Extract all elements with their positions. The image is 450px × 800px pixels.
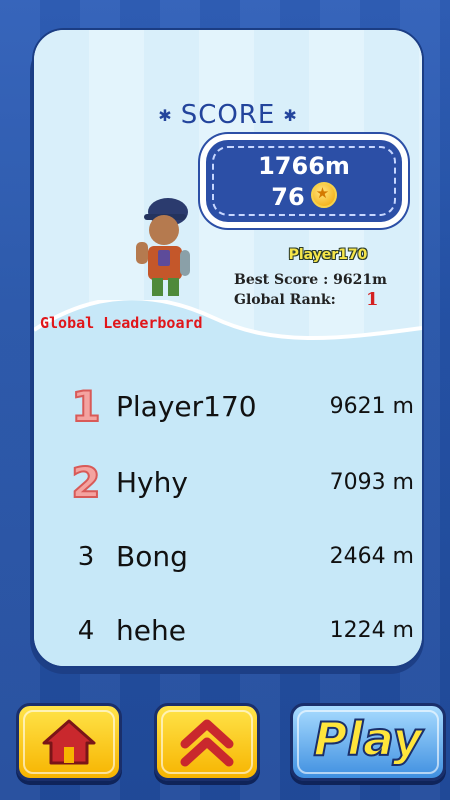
player-name-cell: hehe [116, 614, 186, 647]
character-avatar [136, 198, 190, 296]
distance-cell: 9621 m [329, 394, 414, 419]
leaderboard-row: 2 Hyhy 7093 m [34, 457, 422, 526]
play-label: Play [312, 711, 423, 767]
rank-number: 4 [77, 616, 95, 646]
score-panel: ✱ SCORE ✱ 1766m 76 Player170 Best Score : … [32, 28, 424, 668]
player-name-cell: Hyhy [116, 466, 188, 499]
play-button[interactable]: Play [290, 703, 446, 781]
up-button[interactable] [154, 703, 260, 781]
star-icon: ✱ [158, 106, 173, 125]
distance-cell: 2464 m [329, 544, 414, 569]
coin-count-row: 76 [206, 182, 402, 211]
score-box: 1766m 76 [206, 140, 402, 222]
best-score: Best Score : 9621m [234, 272, 387, 288]
player-name: Player170 [288, 247, 368, 263]
coin-count: 76 [271, 183, 305, 211]
double-chevron-up-icon [180, 719, 234, 767]
global-rank-value: 1 [366, 289, 379, 310]
rank-number: 3 [77, 542, 95, 572]
player-name-cell: Player170 [116, 390, 257, 423]
star-icon: ✱ [283, 106, 298, 125]
distance-cell: 7093 m [329, 470, 414, 495]
home-button[interactable] [16, 703, 122, 781]
rank-number: 1 [70, 381, 101, 432]
score-title: ✱ SCORE ✱ [34, 100, 422, 130]
coin-icon [310, 182, 337, 208]
leaderboard-title: Global Leaderboard [40, 314, 203, 332]
leaderboard-row: 4 hehe 1224 m [34, 614, 422, 666]
leaderboard-row: 1 Player170 9621 m [34, 381, 422, 450]
score-title-text: SCORE [180, 100, 276, 130]
rank-number: 2 [70, 457, 101, 508]
global-rank-label: Global Rank: [234, 292, 336, 308]
distance-cell: 1224 m [329, 618, 414, 643]
leaderboard-row: 3 Bong 2464 m [34, 540, 422, 600]
player-name-cell: Bong [116, 540, 188, 573]
home-icon [42, 719, 96, 765]
current-distance: 1766m [258, 152, 350, 180]
